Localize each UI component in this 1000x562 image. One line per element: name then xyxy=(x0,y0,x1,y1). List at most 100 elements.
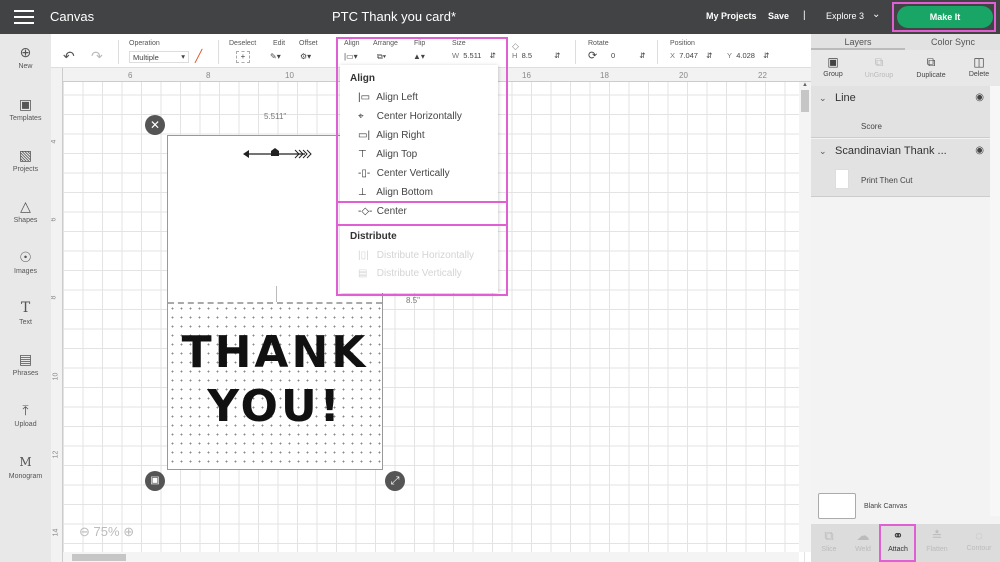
edit-button[interactable]: ✎▾ xyxy=(270,52,281,61)
slice-button[interactable]: ⧉ Slice xyxy=(811,528,847,553)
top-divider: | xyxy=(803,10,806,21)
sidebar-label: Phrases xyxy=(12,370,39,377)
sidebar-item-images[interactable]: ☉ Images xyxy=(0,249,51,275)
redo-icon[interactable]: ↷ xyxy=(91,48,103,65)
horizontal-scrollbar[interactable] xyxy=(63,552,799,562)
offset-label: Offset xyxy=(299,40,318,47)
sidebar-label: Text xyxy=(19,319,32,326)
sidebar-label: Upload xyxy=(14,421,37,428)
deselect-label: Deselect xyxy=(229,40,257,47)
horizontal-scroll-thumb[interactable] xyxy=(72,554,126,561)
sidebar-item-templates[interactable]: ▣ Templates xyxy=(0,96,51,122)
stepper-icon[interactable]: ⇵ xyxy=(554,51,560,60)
arrow-graphic xyxy=(243,148,312,159)
sidebar-item-shapes[interactable]: △ Shapes xyxy=(0,198,51,224)
upload-icon: ⤒ xyxy=(22,402,29,418)
toolbar-divider xyxy=(218,40,219,64)
operation-select[interactable]: Multiple ▾ xyxy=(129,51,189,63)
undo-icon[interactable]: ↶ xyxy=(63,48,75,65)
ruler-tick: 12 xyxy=(52,450,60,459)
ruler-tick: 8 xyxy=(206,71,211,80)
ruler-tick: 20 xyxy=(679,71,688,80)
rotate-label: Rotate xyxy=(588,40,609,47)
document-title[interactable]: PTC Thank you card* xyxy=(0,9,788,24)
y-value: 4.028 xyxy=(736,51,755,60)
sidebar-label: Shapes xyxy=(13,217,38,224)
machine-selector[interactable]: Explore 3 xyxy=(826,11,864,21)
sidebar-item-projects[interactable]: ▧ Projects xyxy=(0,147,51,173)
ungroup-button[interactable]: ⧉ UnGroup xyxy=(857,55,901,79)
rotate-field[interactable]: 0 ⇵ xyxy=(611,51,646,63)
height-field[interactable]: H 8.5 ⇵ xyxy=(512,51,560,63)
chevron-down-icon[interactable]: ⌄ xyxy=(872,9,880,20)
ruler-tick: 6 xyxy=(128,71,133,80)
stepper-icon[interactable]: ⇵ xyxy=(763,51,769,60)
tab-layers[interactable]: Layers xyxy=(811,37,905,47)
ruler-tick: 10 xyxy=(285,71,294,80)
layer-name: Line xyxy=(835,92,856,104)
rotate-icon[interactable]: ⟳ xyxy=(588,49,597,62)
delete-handle-icon[interactable]: ✕ xyxy=(145,115,165,135)
save-link[interactable]: Save xyxy=(768,11,789,21)
ruler-tick: 22 xyxy=(758,71,767,80)
slice-icon: ⧉ xyxy=(824,528,834,543)
sidebar-item-upload[interactable]: ⤒ Upload xyxy=(0,402,51,428)
flatten-button[interactable]: ≛ Flatten xyxy=(919,528,955,553)
panel-scrollbar[interactable] xyxy=(990,86,1000,516)
y-position-field[interactable]: Y 4.028 ⇵ xyxy=(727,51,769,63)
distribute-highlight xyxy=(336,224,508,296)
left-sidebar: ⊕ New ▣ Templates ▧ Projects △ Shapes ☉ … xyxy=(0,34,51,562)
width-dimension-label: 5.511" xyxy=(264,112,287,121)
group-button[interactable]: ▣ Group xyxy=(811,55,855,78)
layer-sub-label: Print Then Cut xyxy=(861,176,913,185)
weld-button[interactable]: ☁ Weld xyxy=(845,528,881,553)
vertical-scrollbar[interactable]: ▲ xyxy=(799,82,811,552)
scroll-up-icon[interactable]: ▲ xyxy=(802,82,808,88)
stepper-icon[interactable]: ⇵ xyxy=(706,51,712,60)
resize-handle-icon[interactable]: ⤢ xyxy=(385,471,405,491)
lock-handle-icon[interactable]: ▣ xyxy=(145,471,165,491)
toolbar-divider xyxy=(657,40,658,64)
blank-canvas-swatch[interactable] xyxy=(818,493,856,519)
panel-tabs: Layers Color Sync xyxy=(811,34,1000,50)
layer-group-scandinavian[interactable]: ⌄ Scandinavian Thank ... ◉ Print Then Cu… xyxy=(811,139,990,197)
deselect-button[interactable]: + xyxy=(236,51,250,63)
action-label: Contour xyxy=(966,545,992,552)
delete-button[interactable]: ◫ Delete xyxy=(957,55,1000,78)
shapes-icon: △ xyxy=(20,198,31,214)
duplicate-button[interactable]: ⧉ Duplicate xyxy=(909,55,953,79)
eye-icon[interactable]: ◉ xyxy=(975,145,984,156)
tab-color-sync[interactable]: Color Sync xyxy=(906,37,1000,47)
vertical-scroll-thumb[interactable] xyxy=(801,90,809,112)
x-value: 7.047 xyxy=(679,51,698,60)
x-position-field[interactable]: X 7.047 ⇵ xyxy=(670,51,712,63)
sidebar-item-monogram[interactable]: Ⅿ Monogram xyxy=(0,454,51,480)
ungroup-icon: ⧉ xyxy=(874,55,884,69)
blank-canvas-label: Blank Canvas xyxy=(864,503,908,510)
sidebar-item-phrases[interactable]: ▤ Phrases xyxy=(0,351,51,377)
sidebar-item-new[interactable]: ⊕ New xyxy=(0,44,51,70)
sidebar-label: Monogram xyxy=(8,473,43,480)
pen-color-icon[interactable]: ╱ xyxy=(195,49,202,63)
trash-icon: ◫ xyxy=(973,55,985,69)
layer-name: Scandinavian Thank ... xyxy=(835,145,947,157)
layer-thumbnail xyxy=(835,169,849,189)
layer-group-line[interactable]: ⌄ Line ◉ Score xyxy=(811,86,990,138)
sidebar-item-text[interactable]: T Text xyxy=(0,300,51,326)
layer-sub-label: Score xyxy=(861,122,882,131)
my-projects-link[interactable]: My Projects xyxy=(706,11,757,21)
stepper-icon[interactable]: ⇵ xyxy=(639,51,645,60)
make-it-button[interactable]: Make It xyxy=(897,6,993,28)
center-highlight xyxy=(336,201,508,226)
contour-icon: ◌ xyxy=(975,528,983,543)
zoom-out-icon[interactable]: ⊖ xyxy=(79,524,90,539)
chevron-down-icon[interactable]: ⌄ xyxy=(819,146,827,157)
text-icon: T xyxy=(20,300,31,316)
offset-button[interactable]: ⚙▾ xyxy=(300,52,311,61)
zoom-in-icon[interactable]: ⊕ xyxy=(123,524,134,539)
layer-actions: ▣ Group ⧉ UnGroup ⧉ Duplicate ◫ Delete xyxy=(811,50,1000,86)
operation-value: Multiple xyxy=(133,53,159,62)
eye-icon[interactable]: ◉ xyxy=(975,92,984,103)
contour-button[interactable]: ◌ Contour xyxy=(961,528,997,552)
chevron-down-icon[interactable]: ⌄ xyxy=(819,93,827,104)
